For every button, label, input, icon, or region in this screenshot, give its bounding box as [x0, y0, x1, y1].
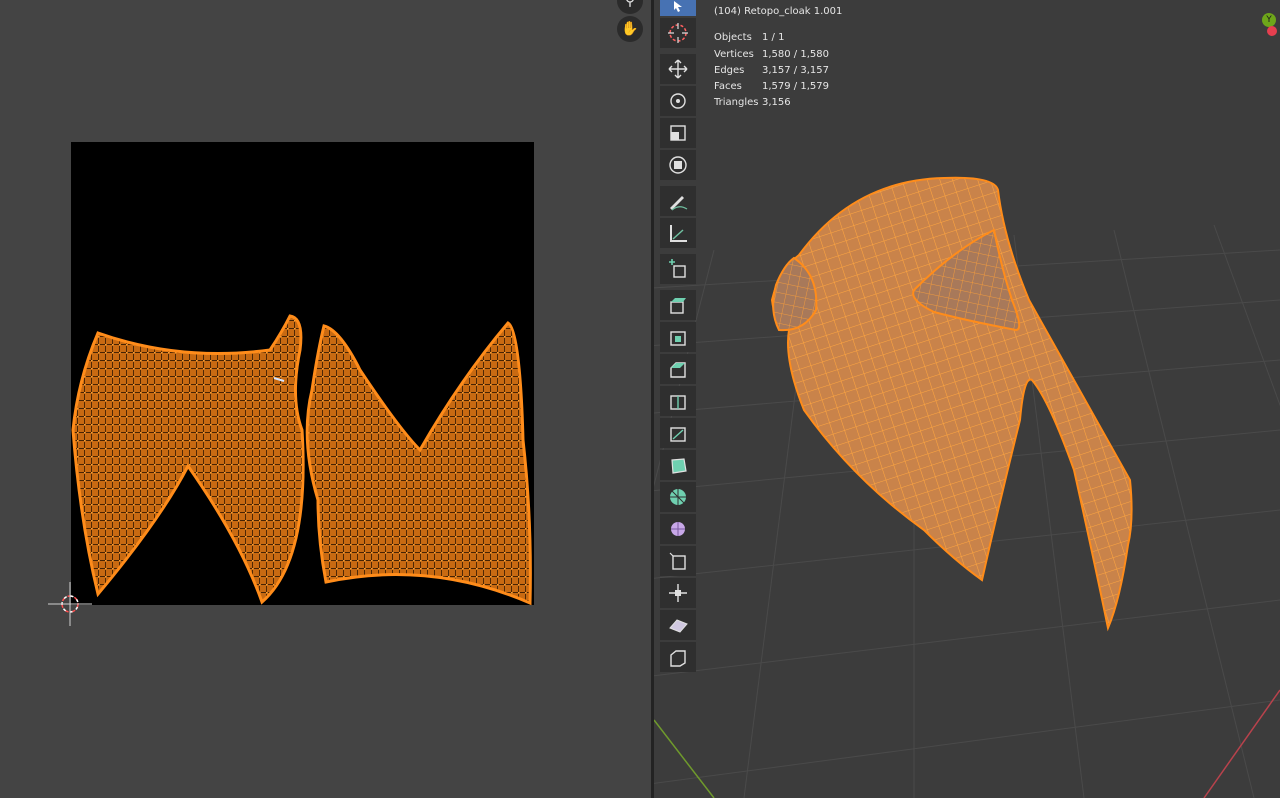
stat-label: Faces [714, 81, 742, 93]
3d-viewport[interactable] [654, 0, 1280, 798]
crosshair-icon[interactable] [660, 18, 696, 48]
stat-row-faces: Faces 1,579 / 1,579 [714, 79, 842, 95]
axis-y-icon[interactable]: Y [1262, 13, 1276, 27]
scale-icon[interactable] [660, 118, 696, 148]
shrink-fatten-icon[interactable] [660, 578, 696, 608]
edge-slide-icon[interactable] [660, 546, 696, 576]
stat-row-triangles: Triangles 3,156 [714, 95, 842, 111]
rotate-icon[interactable] [660, 86, 696, 116]
object-name: (104) Retopo_cloak 1.001 [714, 6, 843, 17]
uv-editor[interactable]: ⚲ ✋ [0, 0, 651, 798]
smooth-icon[interactable] [660, 514, 696, 544]
stat-row-vertices: Vertices 1,580 / 1,580 [714, 47, 842, 63]
stat-value: 3,157 / 3,157 [762, 64, 829, 76]
stat-value: 3,156 [762, 97, 791, 109]
stat-value: 1,580 / 1,580 [762, 48, 829, 60]
bevel-icon[interactable] [660, 354, 696, 384]
stat-label: Triangles [714, 97, 759, 109]
viewport-statistics: (104) Retopo_cloak 1.001 Objects 1 / 1 V… [714, 4, 842, 112]
extrude-icon[interactable] [660, 290, 696, 320]
uv-island-right[interactable] [305, 321, 532, 606]
stat-label: Vertices [714, 48, 754, 60]
stat-row-edges: Edges 3,157 / 3,157 [714, 63, 842, 79]
loop-cut-icon[interactable] [660, 386, 696, 416]
stat-label: Edges [714, 64, 745, 76]
rip-icon[interactable] [660, 642, 696, 672]
inset-icon[interactable] [660, 322, 696, 352]
ruler-icon[interactable] [660, 218, 696, 248]
move-icon[interactable] [660, 54, 696, 84]
stat-label: Objects [714, 32, 752, 44]
stat-value: 1 / 1 [762, 32, 785, 44]
uv-2d-cursor[interactable] [48, 582, 92, 626]
stat-value: 1,579 / 1,579 [762, 81, 829, 93]
spin-icon[interactable] [660, 482, 696, 512]
axis-x-icon[interactable] [1267, 26, 1277, 36]
knife-icon[interactable] [660, 418, 696, 448]
poly-build-icon[interactable] [660, 450, 696, 480]
shear-icon[interactable] [660, 610, 696, 640]
transform-icon[interactable] [660, 150, 696, 180]
pencil-icon[interactable] [660, 186, 696, 216]
cloak-mesh[interactable] [770, 176, 1133, 632]
uv-islands[interactable] [0, 0, 651, 798]
cursor-icon[interactable] [660, 0, 696, 16]
stat-row-objects: Objects 1 / 1 [714, 30, 842, 46]
uv-island-left[interactable] [71, 314, 305, 605]
add-cube-icon[interactable] [660, 254, 696, 284]
viewport-scene [654, 176, 1280, 798]
